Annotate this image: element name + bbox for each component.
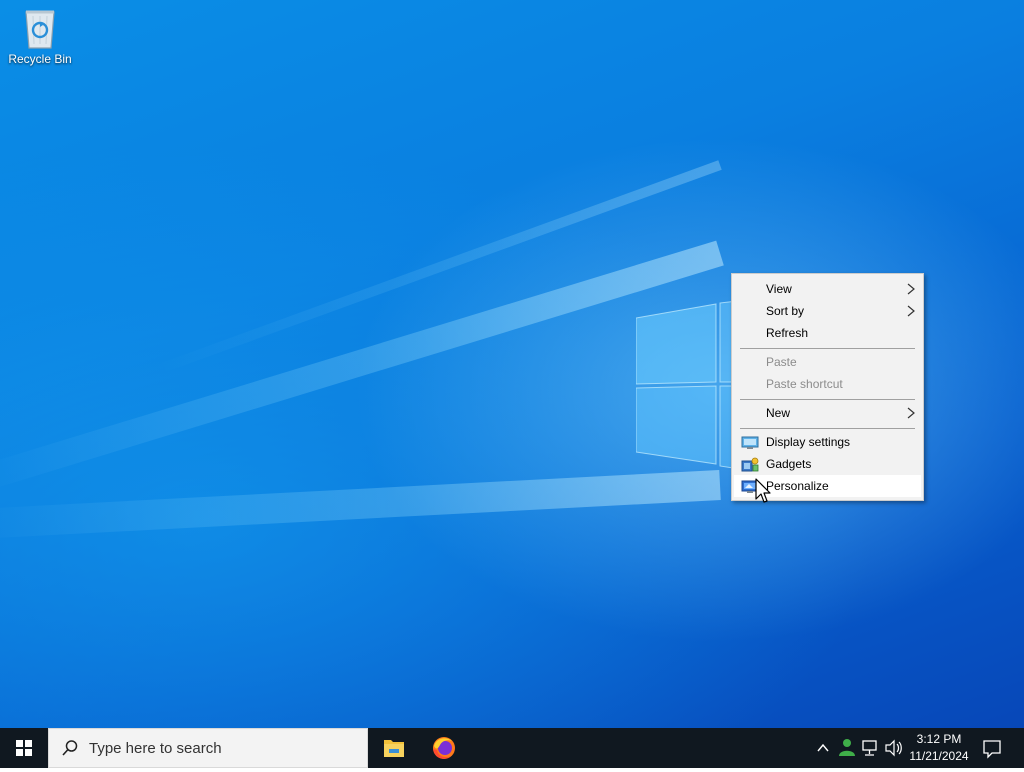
menu-item-gadgets[interactable]: Gadgets [734,453,921,475]
action-center-button[interactable] [978,728,1006,768]
start-button[interactable] [0,728,48,768]
menu-item-refresh[interactable]: Refresh [734,322,921,344]
show-hidden-icons-button[interactable] [812,728,834,768]
firefox-icon [433,737,455,759]
chevron-right-icon [907,283,915,295]
network-icon [862,740,877,756]
chevron-right-icon [907,305,915,317]
user-status-icon [839,739,855,756]
notification-icon [983,740,1001,759]
desktop-icon-label: Recycle Bin [8,52,72,66]
speaker-icon [885,739,902,757]
clock-date: 11/21/2024 [909,749,969,763]
menu-item-paste-shortcut[interactable]: Paste shortcut [734,373,921,395]
chevron-up-icon [817,743,829,752]
desktop-background[interactable]: Recycle Bin View Sort by Refresh Paste P… [0,0,1024,728]
windows-logo-wallpaper [636,300,746,470]
tray-user-status[interactable] [836,728,858,768]
taskbar-clock[interactable]: 3:12 PM 11/21/2024 [904,731,974,765]
chevron-right-icon [907,407,915,419]
menu-item-display-settings[interactable]: Display settings [734,431,921,453]
wallpaper-beam [0,470,721,540]
tray-network[interactable] [860,728,882,768]
menu-item-label: Personalize [766,479,829,493]
menu-item-new[interactable]: New [734,402,921,424]
taskbar-search-box[interactable]: Type here to search [48,728,368,768]
windows-start-icon [16,740,32,756]
menu-item-label: New [766,406,791,420]
taskbar-app-file-explorer[interactable] [370,728,418,768]
menu-item-label: Paste [766,355,797,369]
menu-item-label: Paste shortcut [766,377,843,391]
search-placeholder: Type here to search [89,740,222,757]
clock-time: 3:12 PM [916,732,962,746]
search-icon [62,740,78,756]
menu-separator [740,348,915,349]
gadgets-icon [741,457,759,472]
desktop-icon-recycle-bin[interactable]: Recycle Bin [6,6,74,66]
recycle-bin-icon [25,10,55,49]
menu-item-sort-by[interactable]: Sort by [734,300,921,322]
menu-item-view[interactable]: View [734,278,921,300]
menu-separator [740,428,915,429]
desktop-context-menu: View Sort by Refresh Paste Paste shortcu… [731,273,924,501]
display-icon [741,436,759,449]
taskbar-app-firefox[interactable] [420,728,468,768]
menu-item-label: Gadgets [766,457,812,471]
menu-item-label: Refresh [766,326,809,340]
taskbar: Type here to search 3:12 PM 11/21/2024 [0,728,1024,768]
menu-item-label: Sort by [766,304,805,318]
menu-item-label: View [766,282,792,296]
wallpaper-beam [0,240,724,494]
menu-item-paste[interactable]: Paste [734,351,921,373]
menu-item-label: Display settings [766,435,851,449]
mouse-cursor-icon [755,478,771,503]
tray-volume[interactable] [883,728,905,768]
folder-icon [384,740,404,757]
menu-separator [740,399,915,400]
